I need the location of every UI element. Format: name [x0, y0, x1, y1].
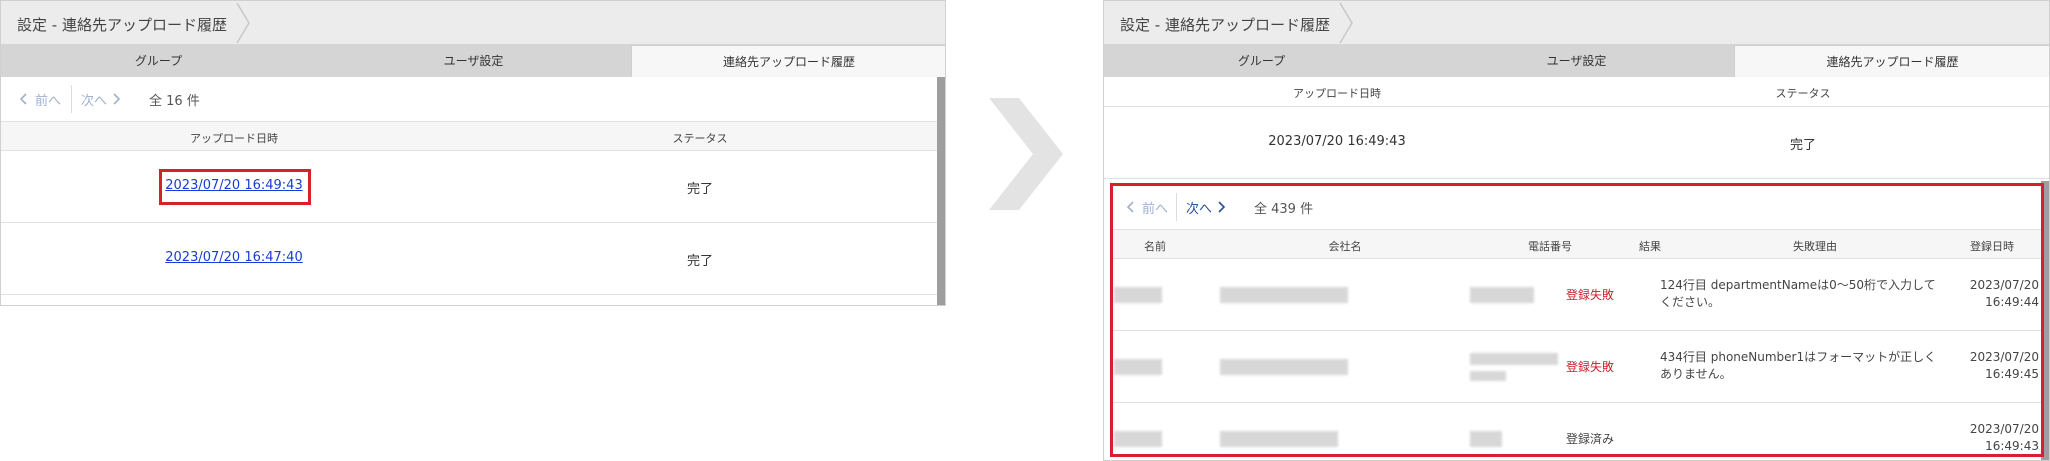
chevron-left-icon: [19, 93, 27, 105]
column-upload-date: アップロード日時: [190, 132, 278, 145]
status-value: 完了: [686, 254, 713, 269]
scrollbar[interactable]: [937, 77, 945, 305]
prev-button[interactable]: 前へ: [35, 90, 61, 109]
chevron-right-icon: [113, 93, 121, 105]
status-value: 完了: [1789, 138, 1816, 153]
breadcrumb-chevron-icon: [1339, 2, 1353, 44]
breadcrumb-chevron-icon: [236, 2, 250, 44]
status-value: 完了: [686, 182, 713, 197]
page-title: 設定 - 連絡先アップロード履歴: [17, 16, 227, 34]
highlight-box: [1110, 183, 2044, 457]
upload-date-value: 2023/07/20 16:49:43: [1268, 134, 1406, 149]
breadcrumb: 設定 - 連絡先アップロード履歴: [1, 1, 945, 45]
pager: 前へ 次へ 全 16 件: [1, 77, 945, 121]
tab-user-settings[interactable]: ユーザ設定: [1419, 45, 1734, 77]
pager-divider: [71, 85, 72, 113]
highlight-box: [159, 169, 311, 205]
column-upload-date: アップロード日時: [1293, 87, 1381, 100]
transition-arrow-icon: [989, 98, 1063, 210]
next-button[interactable]: 次へ: [81, 90, 107, 109]
tab-group[interactable]: グループ: [1, 45, 316, 77]
tab-contact-upload-history[interactable]: 連絡先アップロード履歴: [631, 45, 945, 77]
table-header: アップロード日時 ステータス: [1104, 77, 2049, 107]
tab-bar: グループ ユーザ設定 連絡先アップロード履歴: [1104, 45, 2049, 77]
tab-group[interactable]: グループ: [1104, 45, 1419, 77]
table-row: 2023/07/20 16:47:40 完了: [1, 223, 945, 295]
column-status: ステータス: [672, 132, 728, 145]
tab-user-settings[interactable]: ユーザ設定: [316, 45, 631, 77]
table-row: 2023/07/20 16:49:43 完了: [1, 151, 945, 223]
table-header: アップロード日時 ステータス: [1, 121, 945, 151]
total-count: 全 16 件: [149, 94, 200, 109]
left-screen: 設定 - 連絡先アップロード履歴 グループ ユーザ設定 連絡先アップロード履歴 …: [0, 0, 946, 306]
page-title: 設定 - 連絡先アップロード履歴: [1120, 16, 1330, 34]
upload-date-link[interactable]: 2023/07/20 16:47:40: [1, 250, 467, 265]
right-screen: 設定 - 連絡先アップロード履歴 グループ ユーザ設定 連絡先アップロード履歴 …: [1103, 0, 2050, 461]
column-status: ステータス: [1775, 87, 1831, 100]
breadcrumb: 設定 - 連絡先アップロード履歴: [1104, 1, 2049, 45]
tab-bar: グループ ユーザ設定 連絡先アップロード履歴: [1, 45, 945, 77]
tab-contact-upload-history[interactable]: 連絡先アップロード履歴: [1734, 45, 2049, 77]
table-row-selected[interactable]: 2023/07/20 16:49:43 完了: [1104, 107, 2049, 179]
